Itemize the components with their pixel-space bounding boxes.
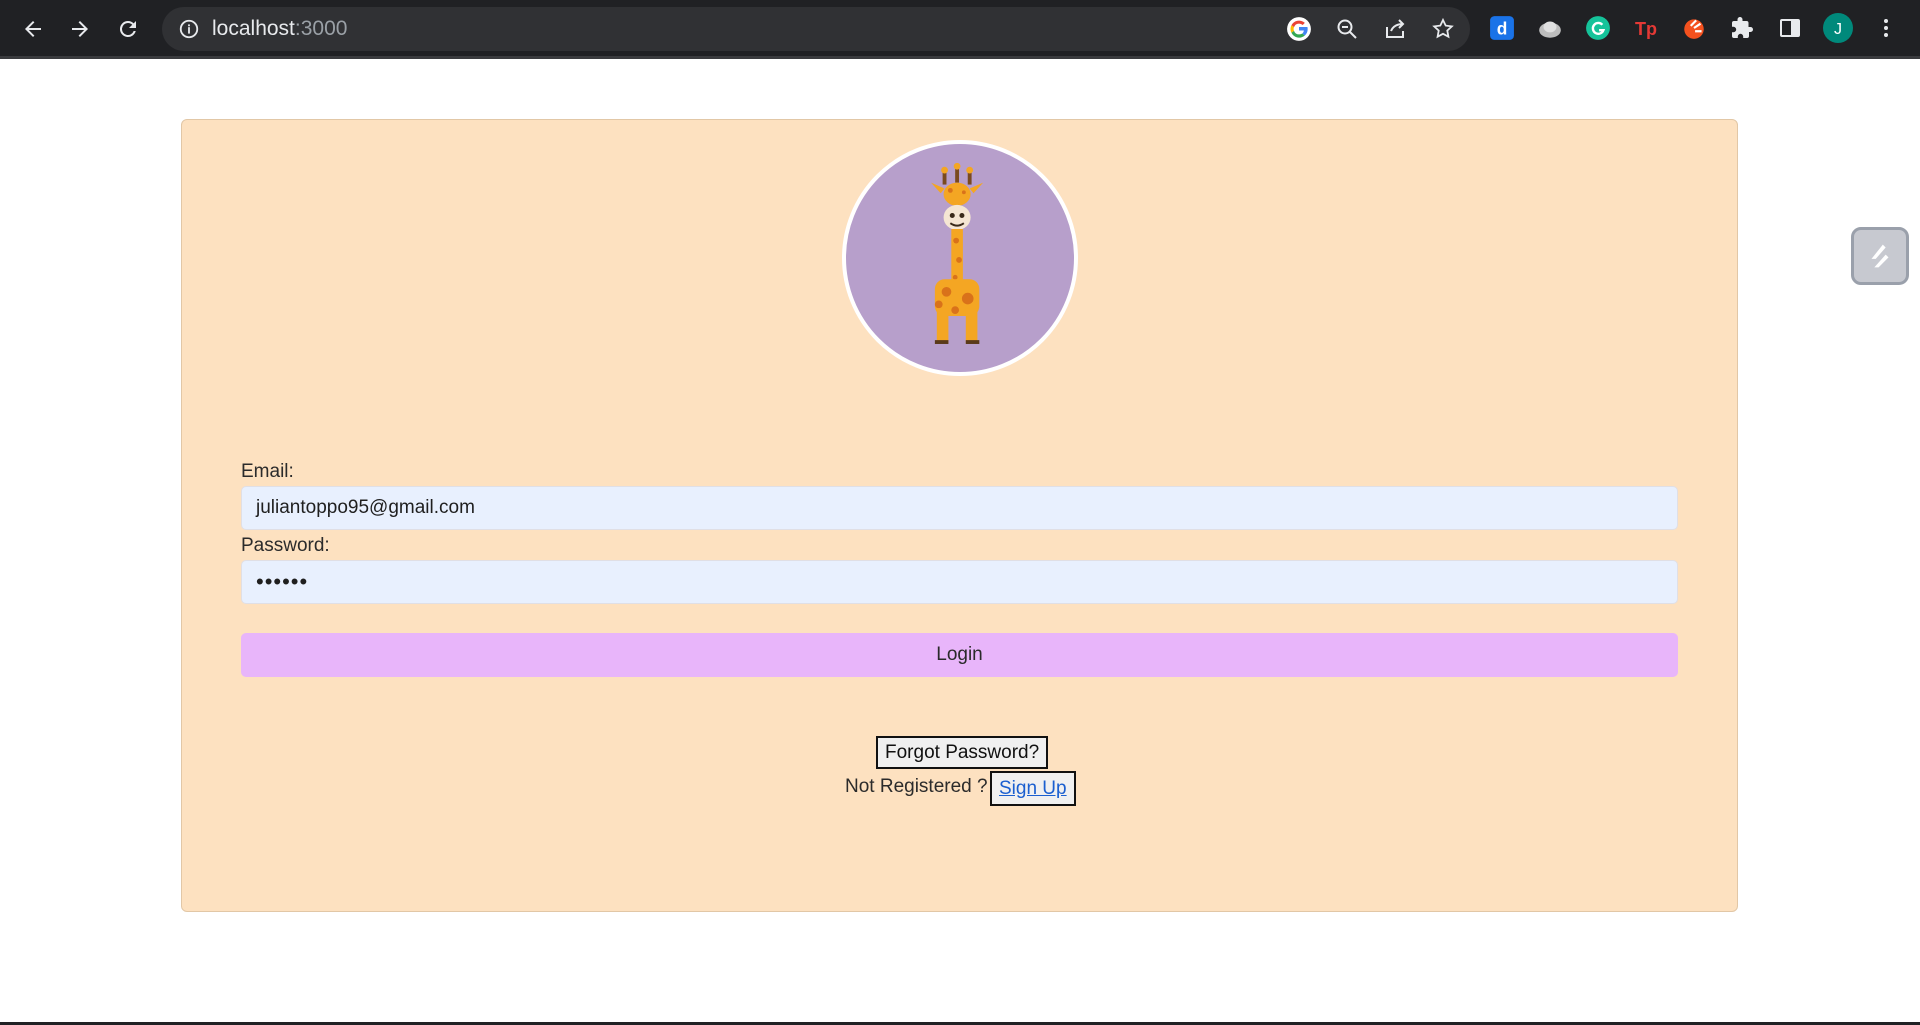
url-text[interactable]: localhost:3000 xyxy=(212,16,347,42)
svg-text:J: J xyxy=(1834,21,1842,38)
arrow-right-icon xyxy=(72,21,88,37)
browser-toolbar: localhost:3000 d Tp J xyxy=(0,0,1920,59)
lightning-icon xyxy=(1871,244,1889,268)
profile-avatar[interactable]: J xyxy=(1823,13,1853,43)
info-icon[interactable] xyxy=(178,18,200,40)
url-port: :3000 xyxy=(294,17,348,40)
signup-link[interactable]: Sign Up xyxy=(990,771,1076,806)
login-card: Email: juliantoppo95@gmail.com Password:… xyxy=(181,119,1738,912)
toolbar-divider xyxy=(0,56,1920,59)
forgot-password-button[interactable]: Forgot Password? xyxy=(876,736,1049,769)
star-icon[interactable] xyxy=(1430,16,1456,42)
password-field[interactable]: •••••• xyxy=(241,560,1678,604)
dictionary-extension-icon[interactable]: d xyxy=(1487,13,1517,43)
cloud-extension-icon[interactable] xyxy=(1535,13,1565,43)
forward-button[interactable] xyxy=(63,12,97,46)
login-button[interactable]: Login xyxy=(241,633,1678,677)
floating-widget-button[interactable] xyxy=(1851,227,1909,285)
zoom-out-icon[interactable] xyxy=(1334,16,1360,42)
email-field[interactable]: juliantoppo95@gmail.com xyxy=(241,486,1678,530)
giraffe-icon xyxy=(931,162,984,344)
grammarly-icon[interactable] xyxy=(1583,13,1613,43)
tp-extension-icon[interactable]: Tp xyxy=(1631,13,1661,43)
share-icon[interactable] xyxy=(1382,16,1408,42)
svg-text:Tp: Tp xyxy=(1635,19,1657,39)
arrow-left-icon xyxy=(25,21,41,37)
back-button[interactable] xyxy=(16,12,50,46)
address-bar[interactable]: localhost:3000 xyxy=(162,7,1470,51)
email-label: Email: xyxy=(241,461,294,482)
reload-icon xyxy=(119,20,136,37)
url-host: localhost xyxy=(212,17,295,40)
giraffe-avatar xyxy=(842,140,1078,376)
clap-extension-icon[interactable] xyxy=(1679,13,1709,43)
puzzle-icon[interactable] xyxy=(1727,13,1757,43)
side-panel-icon[interactable] xyxy=(1775,13,1805,43)
svg-text:d: d xyxy=(1497,19,1508,39)
reload-button[interactable] xyxy=(111,12,145,46)
not-registered-text: Not Registered ? xyxy=(845,776,988,797)
google-icon[interactable] xyxy=(1286,16,1312,42)
password-label: Password: xyxy=(241,535,330,556)
kebab-menu-icon[interactable] xyxy=(1871,13,1901,43)
